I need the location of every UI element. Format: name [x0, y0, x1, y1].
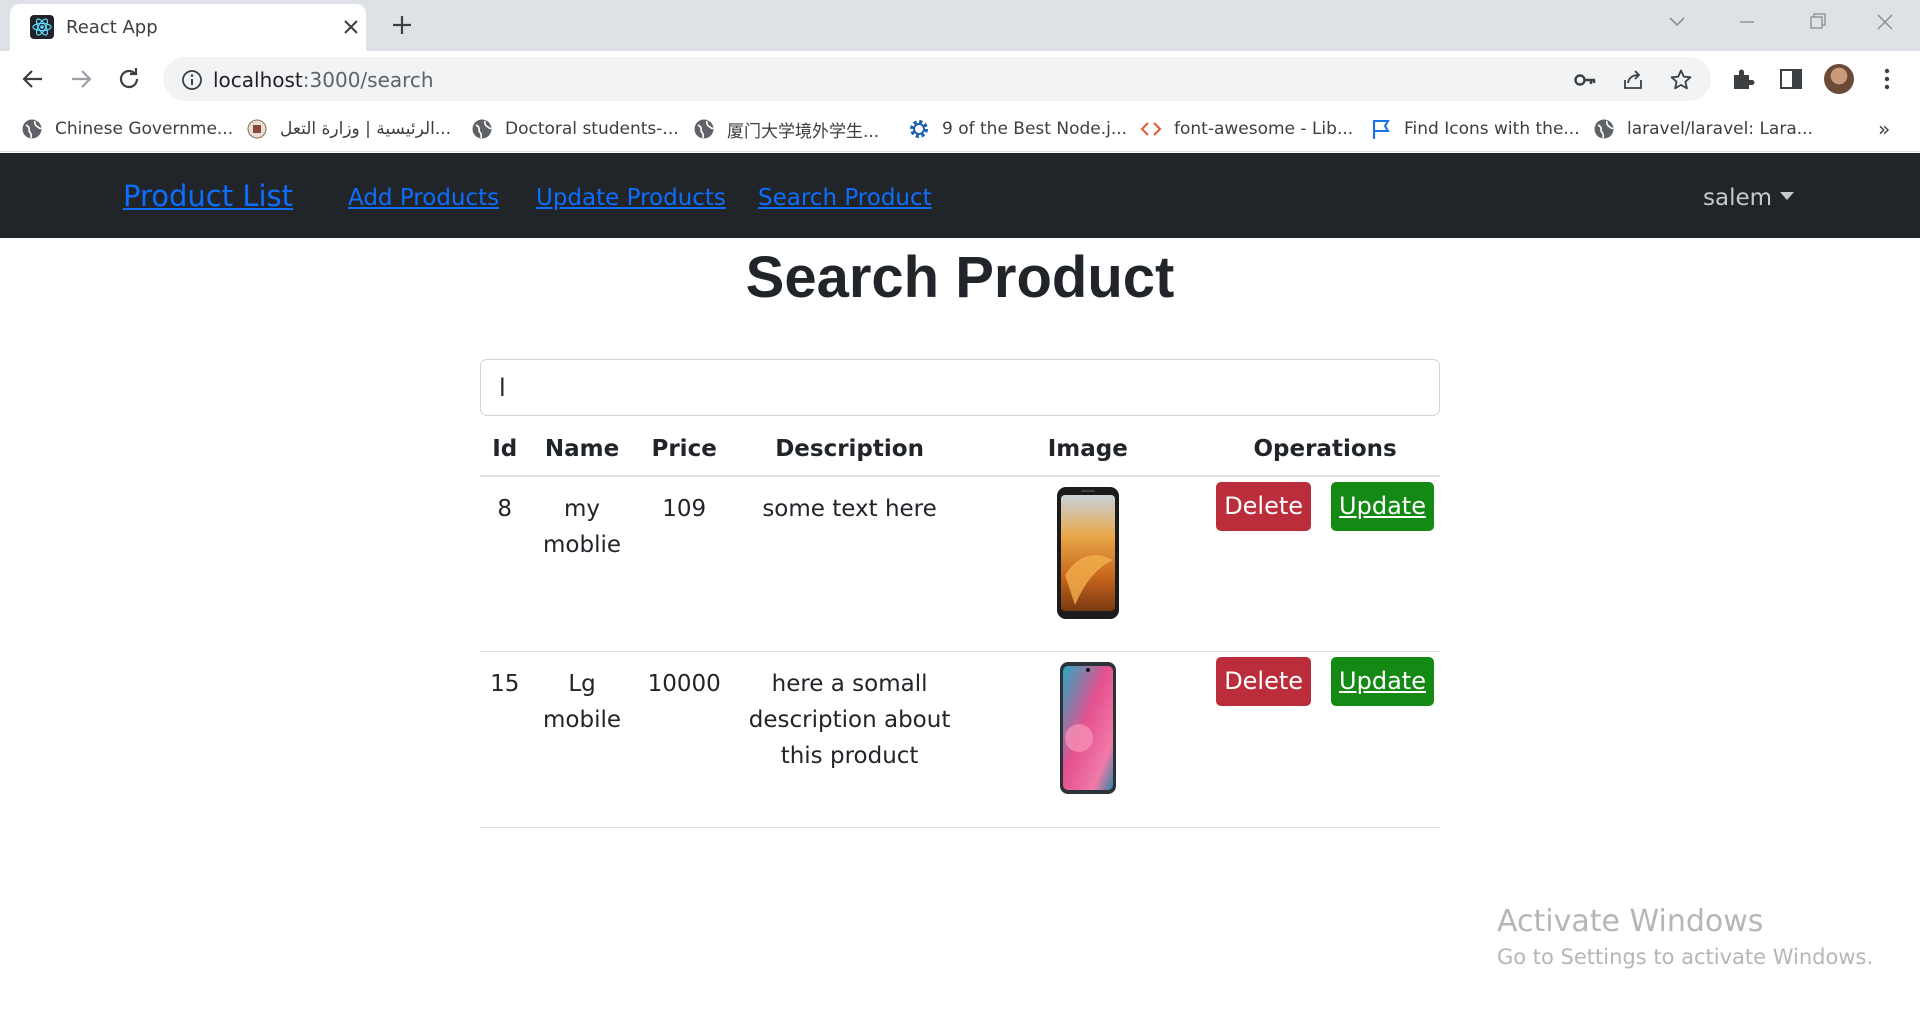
close-tab-icon[interactable] [340, 16, 362, 38]
bookmark-item[interactable]: Chinese Governme... [21, 115, 233, 143]
column-header-operations: Operations [1210, 422, 1440, 477]
bookmark-item[interactable]: 9 of the Best Node.j... [908, 115, 1127, 143]
column-header-image: Image [965, 422, 1211, 477]
chrome-menu-icon[interactable] [1874, 66, 1900, 92]
flag-icon [1372, 120, 1390, 139]
browser-tab-strip: React App [0, 0, 1920, 51]
nav-link-search-product[interactable]: Search Product [758, 185, 932, 211]
bookmark-star-icon[interactable] [1669, 68, 1693, 92]
globe-icon [472, 119, 492, 139]
new-tab-icon[interactable] [390, 13, 414, 37]
bookmark-item[interactable]: font-awesome - Lib... [1140, 115, 1353, 143]
column-header-price: Price [634, 422, 734, 477]
bookmark-label: laravel/laravel: Lara... [1627, 119, 1813, 139]
address-bar[interactable]: localhost:3000/search [163, 57, 1711, 101]
bookmark-label: Chinese Governme... [55, 119, 234, 139]
url-text: localhost:3000/search [213, 68, 434, 92]
bookmark-item[interactable]: Find Icons with the... [1370, 115, 1580, 143]
delete-button[interactable]: Delete [1216, 656, 1312, 706]
page-title: Search Product [745, 245, 1175, 310]
delete-button[interactable]: Delete [1216, 482, 1312, 531]
cell-image [965, 476, 1211, 652]
column-header-id: Id [480, 422, 530, 477]
watermark-subtitle: Go to Settings to activate Windows. [1497, 945, 1874, 969]
back-arrow-icon[interactable] [19, 65, 47, 93]
share-icon[interactable] [1621, 68, 1645, 92]
app-navbar: Product List Add Products Update Product… [0, 153, 1920, 238]
table-row: 8 my moblie 109 some text here Delete Up… [480, 476, 1440, 652]
bookmark-label: 9 of the Best Node.j... [942, 119, 1128, 139]
bookmark-item[interactable]: Doctoral students-... [471, 115, 679, 143]
bookmark-item[interactable]: 厦门大学境外学生... [693, 115, 879, 143]
user-name: salem [1703, 185, 1773, 211]
nav-link-add-products[interactable]: Add Products [348, 185, 499, 211]
bookmark-label: Doctoral students-... [505, 119, 679, 139]
search-input[interactable] [480, 359, 1440, 416]
table-header-row: Id Name Price Description Image Operatio… [480, 422, 1440, 477]
windows-activation-watermark: Activate Windows Go to Settings to activ… [1497, 904, 1873, 969]
tab-search-chevron-icon[interactable] [1662, 10, 1692, 34]
bookmark-label: font-awesome - Lib... [1174, 119, 1354, 139]
cell-id: 8 [480, 476, 530, 652]
url-path: :3000/search [302, 68, 434, 92]
gear-icon [910, 120, 928, 138]
cell-id: 15 [480, 651, 530, 828]
url-host: localhost [213, 68, 303, 92]
products-table: Id Name Price Description Image Operatio… [480, 422, 1440, 828]
reload-icon[interactable] [115, 65, 143, 93]
column-header-description: Description [733, 422, 966, 477]
update-button[interactable]: Update [1331, 656, 1434, 706]
more-bookmarks-chevron-icon[interactable]: » [1878, 117, 1890, 141]
close-window-icon[interactable] [1870, 10, 1900, 34]
bookmark-item[interactable]: laravel/laravel: Lara... [1593, 115, 1813, 143]
cell-description: here a somall description about this pro… [733, 651, 966, 828]
ministry-logo-icon [247, 119, 267, 139]
extensions-puzzle-icon[interactable] [1730, 66, 1756, 92]
cell-price: 10000 [634, 651, 734, 828]
cell-name: Lg mobile [529, 651, 635, 828]
cell-description: some text here [733, 476, 966, 652]
code-icon [1140, 122, 1162, 136]
cell-price: 109 [634, 476, 734, 652]
tab-title: React App [66, 17, 158, 38]
nav-link-update-products[interactable]: Update Products [536, 185, 726, 211]
bookmark-label: الرئيسية | وزارة التعل... [280, 119, 452, 139]
bookmarks-bar: Chinese Governme... الرئيسية | وزارة الت… [0, 107, 1920, 152]
bookmark-item[interactable]: الرئيسية | وزارة التعل... [246, 115, 451, 143]
column-header-name: Name [529, 422, 635, 477]
profile-avatar[interactable] [1824, 64, 1854, 94]
browser-tab-react-app[interactable]: React App [10, 4, 366, 51]
cell-name: my moblie [529, 476, 635, 652]
cell-operations: Delete Update [1210, 651, 1440, 828]
minimize-icon[interactable] [1732, 10, 1762, 34]
site-info-icon[interactable] [181, 69, 203, 91]
restore-icon[interactable] [1802, 10, 1832, 34]
react-favicon-icon [30, 15, 54, 39]
browser-toolbar: localhost:3000/search [0, 51, 1920, 107]
update-button[interactable]: Update [1331, 482, 1434, 531]
watermark-title: Activate Windows [1497, 904, 1764, 939]
globe-icon [22, 119, 42, 139]
cell-operations: Delete Update [1210, 476, 1440, 652]
cell-image [965, 651, 1211, 828]
phone-pink-icon [1059, 661, 1116, 794]
bookmark-label: Find Icons with the... [1404, 119, 1580, 139]
phone-dark-icon [1056, 487, 1119, 619]
key-icon[interactable] [1573, 68, 1597, 92]
user-dropdown[interactable]: salem [1703, 185, 1795, 211]
side-panel-icon[interactable] [1778, 66, 1804, 92]
table-row: 15 Lg mobile 10000 here a somall descrip… [480, 651, 1440, 828]
forward-arrow-icon[interactable] [67, 65, 95, 93]
globe-icon [1594, 119, 1614, 139]
globe-icon [694, 119, 714, 139]
bookmark-label: 厦门大学境外学生... [727, 121, 880, 142]
dropdown-caret-icon [1780, 191, 1795, 200]
brand-link[interactable]: Product List [123, 179, 293, 213]
